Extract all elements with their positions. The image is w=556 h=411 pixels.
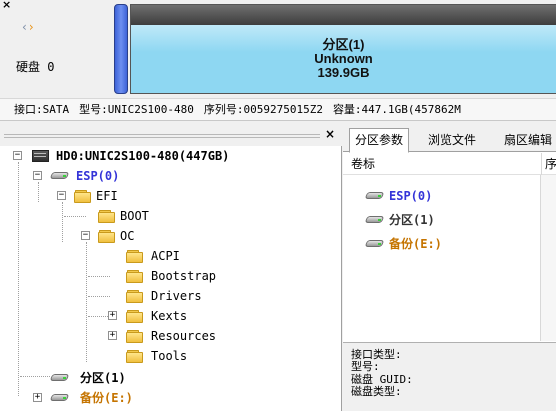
folder-icon (126, 330, 144, 343)
close-pane-icon[interactable]: × (325, 127, 335, 141)
table-row[interactable]: ESP(0) (343, 184, 556, 208)
tree-item-drivers[interactable]: Drivers (0, 286, 342, 306)
tree-item-label: Resources (151, 329, 217, 343)
tree-item-hd0[interactable]: − HD0:UNIC2S100-480(447GB) (0, 146, 342, 166)
tree-item-label: Kexts (151, 309, 188, 323)
partition-row-label: 分区(1) (389, 213, 435, 227)
tab-browse-files[interactable]: 浏览文件 (423, 129, 481, 152)
expand-icon[interactable]: + (33, 393, 42, 402)
folder-icon (74, 190, 92, 203)
partition-bar[interactable]: 分区(1) Unknown 139.9GB (130, 4, 556, 94)
capacity-text: 容量:447.1GB(457862M (332, 103, 461, 116)
drive-icon (49, 392, 70, 404)
disk-tree: − HD0:UNIC2S100-480(447GB) − ESP(0) − EF… (0, 146, 342, 411)
tree-item-label: 备份(E:) (80, 391, 133, 405)
next-disk-icon[interactable]: › (29, 20, 36, 34)
prop-model: 型号: (351, 360, 380, 373)
folder-icon (126, 290, 144, 303)
disk-info-line: 接口:SATA 型号:UNIC2S100-480 序列号:0059275015Z2 容… (0, 98, 556, 121)
folder-icon (126, 270, 144, 283)
partition-name: 分区(1) (322, 37, 365, 52)
partition-fs: Unknown (314, 51, 373, 66)
drive-icon (49, 372, 70, 384)
column-header-volume[interactable]: 卷标 (351, 153, 375, 175)
tree-item-resources[interactable]: + Resources (0, 326, 342, 346)
prop-disk-type: 磁盘类型: (351, 385, 402, 398)
hdd-icon (32, 149, 50, 163)
tree-item-acpi[interactable]: ACPI (0, 246, 342, 266)
partition-size: 139.9GB (317, 65, 370, 80)
tree-pane: × − HD0:UNIC2S100-480(447GB) − ESP(0) − … (0, 126, 342, 411)
prev-disk-icon[interactable]: ‹ (22, 20, 29, 34)
tab-partition-params[interactable]: 分区参数 (349, 128, 410, 153)
tree-item-label: ACPI (151, 249, 180, 263)
tree-item-label: EFI (96, 189, 118, 203)
tab-sector-edit[interactable]: 扇区编辑 (499, 129, 556, 152)
tree-item-label: 分区(1) (80, 371, 126, 385)
partition-row-label: 备份(E:) (389, 237, 442, 251)
tree-item-esp[interactable]: − ESP(0) (0, 166, 342, 186)
collapse-icon[interactable]: − (57, 191, 66, 200)
disk-label: 硬盘 0 (16, 60, 55, 74)
disk-overview: × ‹› 硬盘 0 分区(1) Unknown 139.9GB (0, 0, 556, 97)
tree-item-label: Tools (151, 349, 188, 363)
tree-item-efi[interactable]: − EFI (0, 186, 342, 206)
tree-item-backup[interactable]: + 备份(E:) (0, 388, 342, 408)
collapse-icon[interactable]: − (13, 151, 22, 160)
folder-icon (126, 310, 144, 323)
drive-icon (364, 214, 385, 226)
expand-icon[interactable]: + (108, 331, 117, 340)
collapse-icon[interactable]: − (33, 171, 42, 180)
tree-item-bootstrap[interactable]: Bootstrap (0, 266, 342, 286)
drive-icon (364, 238, 385, 250)
tree-pane-titlebar: × (0, 126, 342, 146)
partition-bar-header (131, 5, 556, 25)
disk-selector-bar[interactable] (114, 4, 128, 94)
folder-icon (98, 230, 116, 243)
tree-item-label: HD0:UNIC2S100-480(447GB) (56, 149, 230, 163)
tree-item-boot[interactable]: BOOT (0, 206, 342, 226)
tree-item-label: BOOT (120, 209, 149, 223)
disk-properties: 接口类型: 型号: 磁盘 GUID: 磁盘类型: (343, 342, 556, 411)
disk-nav: ‹› (22, 20, 36, 34)
tree-item-label: Drivers (151, 289, 202, 303)
table-row[interactable]: 分区(1) (343, 208, 556, 232)
tree-item-kexts[interactable]: + Kexts (0, 306, 342, 326)
pane-grip[interactable] (4, 134, 320, 138)
collapse-icon[interactable]: − (81, 231, 90, 240)
tree-item-partition-1[interactable]: 分区(1) (0, 368, 342, 388)
interface-text: 接口:SATA (14, 103, 70, 116)
serial-text: 序列号:0059275015Z2 (203, 103, 323, 116)
drive-icon (364, 190, 385, 202)
drive-icon (49, 170, 70, 182)
folder-icon (98, 210, 116, 223)
detail-pane: 分区参数 浏览文件 扇区编辑 卷标 序 ESP(0) 分区(1) 备份(E:) … (343, 126, 556, 411)
tree-item-tools[interactable]: Tools (0, 346, 342, 366)
expand-icon[interactable]: + (108, 311, 117, 320)
folder-icon (126, 250, 144, 263)
close-icon[interactable]: × (2, 0, 11, 11)
partition-row-label: ESP(0) (389, 189, 433, 203)
column-header-index[interactable]: 序 (541, 153, 556, 175)
model-text: 型号:UNIC2S100-480 (79, 103, 194, 116)
tree-item-label: OC (120, 229, 135, 243)
partition-info: 分区(1) Unknown 139.9GB (131, 38, 556, 80)
tree-item-oc[interactable]: − OC (0, 226, 342, 246)
table-row[interactable]: 备份(E:) (343, 232, 556, 256)
tree-item-label: ESP(0) (76, 169, 120, 183)
tree-item-label: Bootstrap (151, 269, 217, 283)
folder-icon (126, 350, 144, 363)
partition-table-header: 卷标 序 (343, 153, 556, 175)
tab-bar: 分区参数 浏览文件 扇区编辑 (343, 126, 556, 153)
